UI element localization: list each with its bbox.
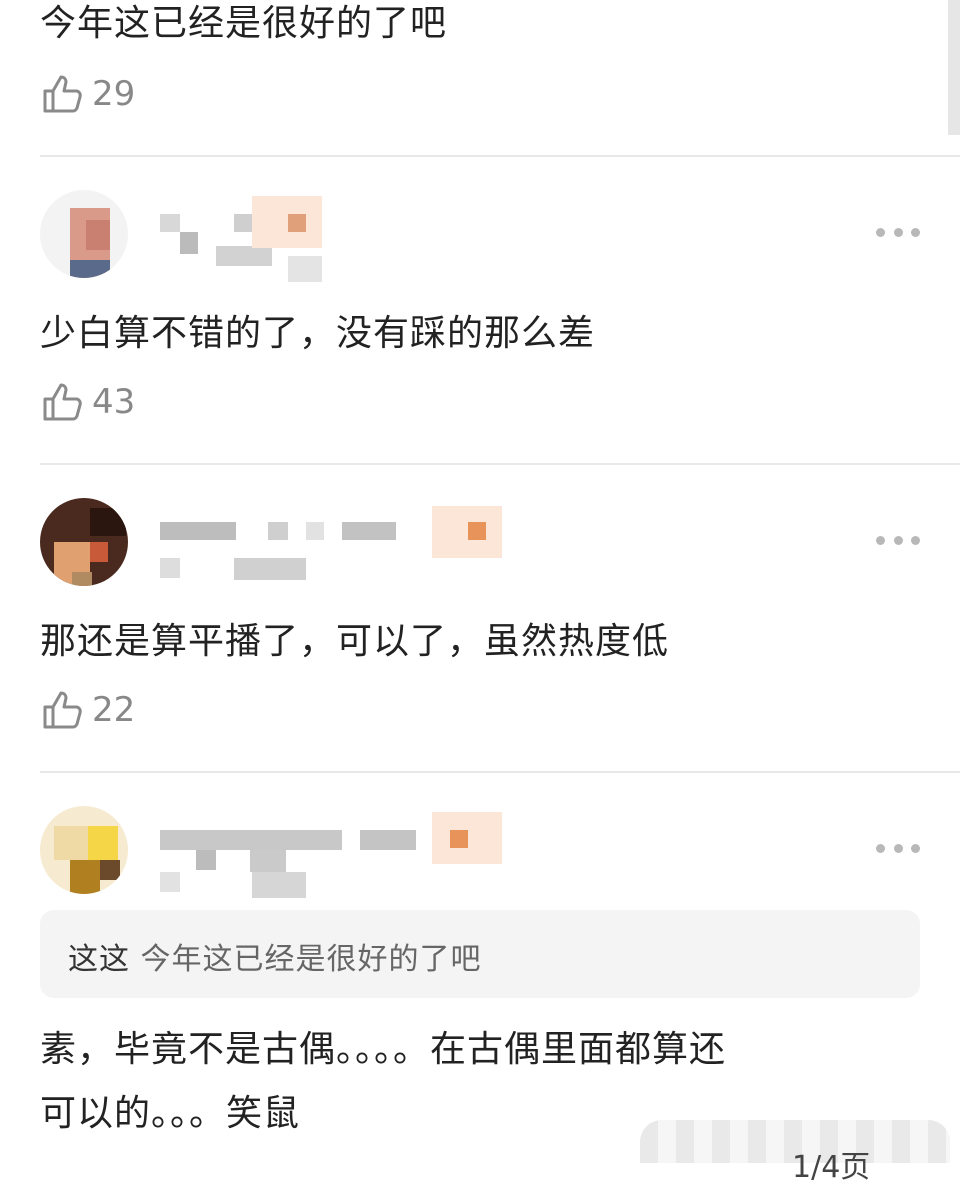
more-dots-icon[interactable] xyxy=(876,222,920,242)
thumbs-up-icon xyxy=(43,383,82,421)
thumbs-up-icon xyxy=(43,75,82,113)
scrollbar[interactable] xyxy=(948,0,960,135)
avatar[interactable] xyxy=(40,190,128,278)
page-indicator: 1/4页 xyxy=(792,1150,871,1185)
avatar[interactable] xyxy=(40,498,128,586)
like-count: 22 xyxy=(92,690,136,730)
more-dots-icon[interactable] xyxy=(876,838,920,858)
quote-content: 今年这已经是很好的了吧 xyxy=(140,942,482,977)
like-button[interactable]: 22 xyxy=(40,688,135,732)
divider xyxy=(40,155,960,157)
avatar[interactable] xyxy=(40,806,128,894)
username-pixelated[interactable] xyxy=(160,812,510,902)
comment-text: 那还是算平播了，可以了，虽然热度低 xyxy=(40,621,670,662)
quoted-comment-text: 这这 今年这已经是很好的了吧 xyxy=(68,934,482,978)
like-button[interactable]: 43 xyxy=(40,380,135,424)
username-pixelated[interactable] xyxy=(160,196,330,282)
comment-text: 今年这已经是很好的了吧 xyxy=(40,3,448,44)
comment-text-line1: 素，毕竟不是古偶。。。。在古偶里面都算还 xyxy=(40,1029,727,1070)
quote-author: 这这 xyxy=(68,942,130,977)
comment-text-line2: 可以的。。。笑鼠 xyxy=(40,1093,301,1134)
like-count: 43 xyxy=(92,382,136,422)
username-pixelated[interactable] xyxy=(160,506,510,582)
divider xyxy=(40,771,960,773)
comment-text: 少白算不错的了，没有踩的那么差 xyxy=(40,313,596,354)
like-count: 29 xyxy=(92,74,136,114)
more-dots-icon[interactable] xyxy=(876,530,920,550)
thumbs-up-icon xyxy=(43,691,82,729)
like-button[interactable]: 29 xyxy=(40,72,135,116)
divider xyxy=(40,463,960,465)
